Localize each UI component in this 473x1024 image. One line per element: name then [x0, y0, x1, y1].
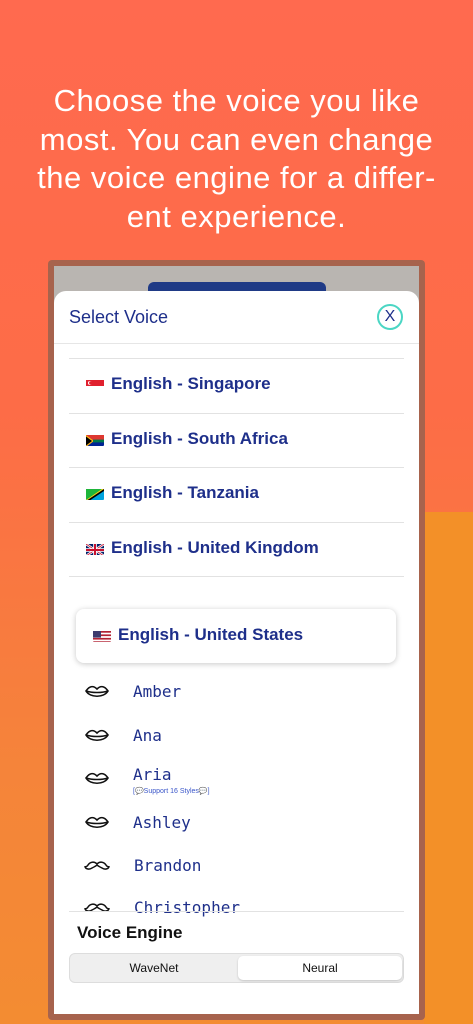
voice-engine-segmented-control: WaveNet Neural	[69, 953, 404, 983]
language-item-south-africa[interactable]: English - South Africa	[69, 414, 404, 468]
voice-name: Aria	[133, 765, 172, 784]
close-button[interactable]: X	[377, 304, 403, 330]
language-item-singapore[interactable]: English - Singapore	[69, 359, 404, 413]
promo-headline: Choose the voice you like most. You can …	[10, 82, 463, 236]
language-label: English - United Kingdom	[111, 538, 319, 557]
voice-item-ashley[interactable]: Ashley	[54, 805, 419, 845]
voice-item-ana[interactable]: Ana	[54, 718, 419, 758]
lips-icon	[84, 771, 110, 787]
voice-name: Christopher	[134, 898, 240, 917]
language-item-united-kingdom[interactable]: English - United Kingdom	[69, 523, 404, 577]
device-screen: Select Voice X English - Singapore Engli…	[54, 266, 419, 1014]
sheet-title: Select Voice	[69, 307, 169, 327]
voice-name: Ana	[133, 726, 162, 745]
voice-name: Ashley	[133, 813, 191, 832]
flag-united-states-icon	[93, 630, 111, 642]
language-label: English - South Africa	[111, 429, 288, 448]
headline-line: the voice engine for a differ-	[37, 160, 436, 195]
language-label: English - United States	[118, 625, 304, 644]
voice-name: Amber	[133, 682, 182, 701]
voice-styles-note: [💬Support 16 Styles💬]	[133, 788, 210, 795]
language-item-tanzania[interactable]: English - Tanzania	[69, 468, 404, 522]
flag-united-kingdom-icon	[86, 543, 104, 555]
headline-line: ent experience.	[126, 198, 347, 234]
voice-engine-label: Voice Engine	[77, 923, 183, 942]
headline-line: Choose the voice you like	[53, 83, 420, 118]
segment-neural[interactable]: Neural	[238, 956, 402, 980]
lips-icon	[84, 815, 110, 831]
segment-wavenet[interactable]: WaveNet	[72, 956, 236, 980]
selected-language-united-states[interactable]: English - United States	[76, 609, 396, 663]
flag-tanzania-icon	[86, 488, 104, 500]
flag-south-africa-icon	[86, 434, 104, 446]
mustache-icon	[84, 900, 110, 916]
voice-item-aria[interactable]: Aria [💬Support 16 Styles💬]	[54, 757, 419, 801]
sheet-header: Select Voice X	[54, 291, 419, 344]
flag-singapore-icon	[86, 379, 104, 391]
voice-item-brandon[interactable]: Brandon	[54, 848, 419, 888]
lips-icon	[84, 728, 110, 744]
mustache-icon	[84, 858, 110, 874]
voice-name: Brandon	[134, 856, 202, 875]
language-label: English - Singapore	[111, 374, 271, 393]
voice-item-amber[interactable]: Amber	[54, 674, 419, 714]
language-label: English - Tanzania	[111, 483, 259, 502]
select-voice-sheet: Select Voice X English - Singapore Engli…	[54, 291, 419, 1014]
headline-line: most. You can even change	[39, 121, 434, 157]
list-divider	[69, 576, 404, 577]
lips-icon	[84, 684, 110, 700]
section-divider	[69, 911, 404, 912]
background-accent-block	[424, 512, 473, 1024]
